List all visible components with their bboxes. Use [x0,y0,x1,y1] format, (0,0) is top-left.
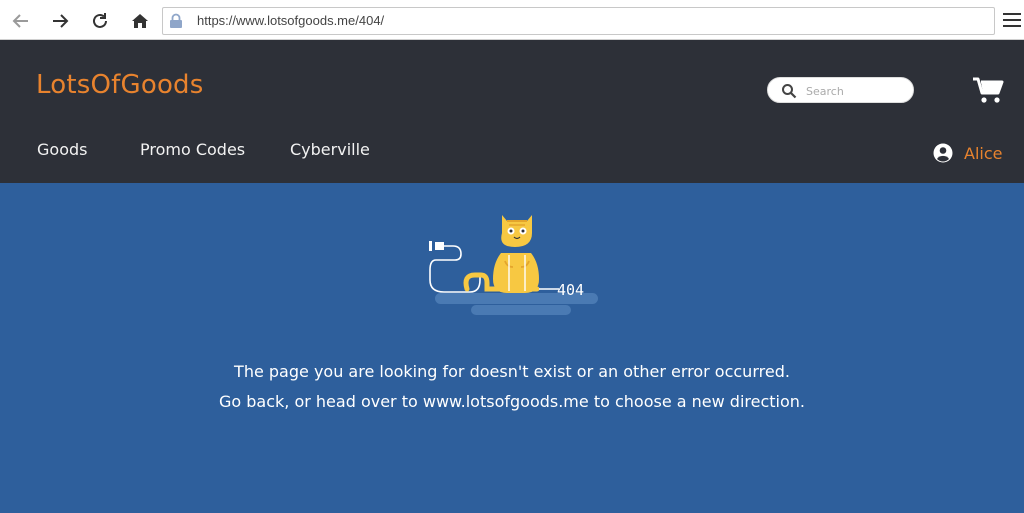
nav-link-cyberville[interactable]: Cyberville [290,140,370,159]
lock-icon [170,13,182,28]
search-icon [782,84,797,99]
nav-link-goods[interactable]: Goods [37,140,87,159]
cat-unplugged-illustration: 404 [429,215,598,315]
error-message-line-1: The page you are looking for doesn't exi… [234,362,790,381]
nav-link-promo-codes[interactable]: Promo Codes [140,140,245,159]
error-page-content: 404 The page you are looking for doesn't… [0,183,1024,513]
shopping-cart-icon[interactable] [972,76,1004,104]
site-header: LotsOfGoods Goods Promo Codes Cyberville… [0,40,1024,183]
error-code-404: 404 [557,281,584,299]
reload-icon[interactable] [87,8,113,34]
user-name: Alice [964,143,1003,163]
user-account-icon [933,143,953,163]
search-box[interactable] [767,77,914,103]
user-menu[interactable]: Alice [933,142,1002,164]
back-arrow-icon[interactable] [8,8,34,34]
error-message: The page you are looking for doesn't exi… [0,357,1024,417]
site-logo[interactable]: LotsOfGoods [36,70,204,100]
error-message-line-2: Go back, or head over to www.lotsofgoods… [218,392,805,411]
search-input[interactable] [806,82,906,100]
home-icon[interactable] [127,8,153,34]
address-bar[interactable]: https://www.lotsofgoods.me/404/ [162,7,995,35]
hamburger-menu-icon[interactable] [1003,12,1021,28]
browser-toolbar: https://www.lotsofgoods.me/404/ [0,0,1024,40]
forward-arrow-icon[interactable] [47,8,73,34]
url-text: https://www.lotsofgoods.me/404/ [197,13,385,28]
